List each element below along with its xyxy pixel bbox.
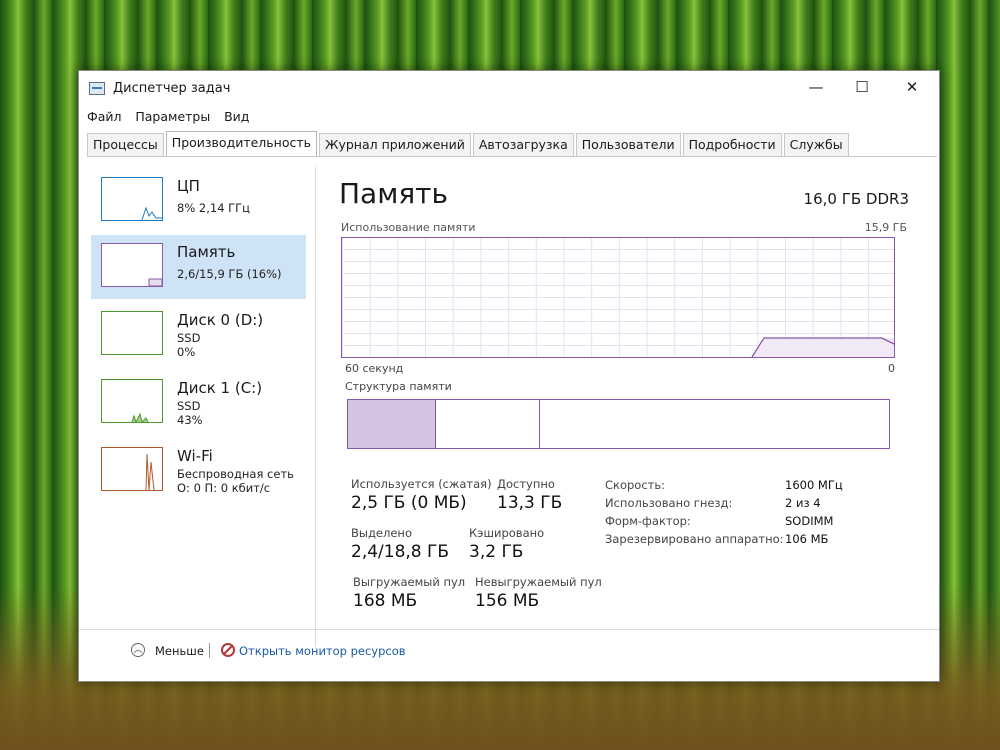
memory-composition-bar [347,399,890,449]
open-resource-monitor-link[interactable]: Открыть монитор ресурсов [239,644,406,658]
window-title: Диспетчер задач [113,81,231,96]
graph-max-value: 15,9 ГБ [864,221,907,234]
wifi-thumbnail [101,447,163,491]
sidebar-item-disk1[interactable]: Диск 1 (C:) SSD 43% [91,371,306,435]
tab-details[interactable]: Подробности [682,133,782,156]
committed-value: 2,4/18,8 ГБ [351,542,450,562]
page-title: Память [339,177,448,210]
cached-label: Кэшировано [469,526,545,540]
paged-pool-label: Выгружаемый пул [353,575,466,589]
sidebar-item-label: Wi-Fi [177,447,213,465]
sidebar-item-type: SSD [177,331,201,345]
tab-app-history[interactable]: Журнал приложений [319,133,471,156]
menu-view[interactable]: Вид [224,109,249,124]
graph-label: Использование памяти [341,221,476,234]
speed-label: Скорость: [605,478,666,492]
tab-users[interactable]: Пользователи [575,133,681,156]
tab-divider [87,156,937,157]
sidebar-item-label: ЦП [177,177,200,195]
nonpaged-pool-value: 156 МБ [475,591,540,611]
minimize-button[interactable]: — [793,75,839,99]
reserved-value: 106 МБ [785,532,829,546]
form-factor-label: Форм-фактор: [605,514,691,528]
memory-structure-label: Структура памяти [345,380,452,393]
in-use-label: Используется (сжатая) [351,477,492,491]
in-use-value: 2,5 ГБ (0 МБ) [351,493,467,513]
tab-services[interactable]: Службы [783,133,849,156]
title-bar[interactable]: Диспетчер задач — ☐ ✕ [79,71,939,103]
footer-divider [79,629,939,630]
slots-label: Использовано гнезд: [605,496,733,510]
cached-value: 3,2 ГБ [469,542,524,562]
footer-separator [209,643,210,658]
graph-axis-left: 60 секунд [345,362,404,375]
performance-sidebar: ЦП 8% 2,14 ГГц Память 2,6/15,9 ГБ (16%) … [91,169,311,639]
menu-options[interactable]: Параметры [135,109,210,124]
sidebar-item-value: 2,6/15,9 ГБ (16%) [177,267,282,281]
tab-startup[interactable]: Автозагрузка [472,133,574,156]
task-manager-icon [89,82,105,95]
sidebar-item-type: Беспроводная сеть [177,467,294,481]
task-manager-window: Диспетчер задач — ☐ ✕ Файл Параметры Вид… [78,70,940,682]
fewer-details-button[interactable]: Меньше [155,644,204,658]
resource-monitor-icon[interactable] [221,643,235,657]
memory-usage-graph [341,237,895,358]
speed-value: 1600 МГц [785,478,843,492]
sidebar-item-memory[interactable]: Память 2,6/15,9 ГБ (16%) [91,235,306,299]
available-value: 13,3 ГБ [497,493,563,513]
disk1-thumbnail [101,379,163,423]
paged-pool-value: 168 МБ [353,591,418,611]
form-factor-value: SODIMM [785,514,834,528]
memory-usage-line [751,337,894,357]
sidebar-item-cpu[interactable]: ЦП 8% 2,14 ГГц [91,169,306,233]
committed-label: Выделено [351,526,412,540]
reserved-label: Зарезервировано аппаратно: [605,532,784,546]
available-label: Доступно [497,477,555,491]
tab-strip: Процессы Производительность Журнал прило… [87,131,851,156]
memory-thumbnail [101,243,163,287]
sidebar-item-value: 0% [177,345,196,359]
close-button[interactable]: ✕ [889,75,935,99]
sidebar-item-label: Диск 0 (D:) [177,311,264,329]
sidebar-item-type: SSD [177,399,201,413]
sidebar-item-wifi[interactable]: Wi-Fi Беспроводная сеть О: 0 П: 0 кбит/с [91,439,306,503]
sidebar-item-value: О: 0 П: 0 кбит/с [177,481,271,495]
tab-processes[interactable]: Процессы [87,133,164,156]
sidebar-item-label: Память [177,243,236,261]
cpu-thumbnail [101,177,163,221]
maximize-button[interactable]: ☐ [839,75,885,99]
chevron-up-icon[interactable]: ︿ [131,643,145,657]
sidebar-item-label: Диск 1 (C:) [177,379,263,397]
standby-segment [436,400,540,448]
nonpaged-pool-label: Невыгружаемый пул [475,575,602,589]
menu-bar: Файл Параметры Вид [87,109,259,127]
graph-axis-right: 0 [888,362,895,375]
tab-performance[interactable]: Производительность [165,131,317,156]
menu-file[interactable]: Файл [87,109,122,124]
disk0-thumbnail [101,311,163,355]
sidebar-item-value: 8% 2,14 ГГц [177,201,251,215]
panel-divider [315,167,316,647]
in-use-segment [348,400,436,448]
memory-spec: 16,0 ГБ DDR3 [803,190,909,208]
slots-value: 2 из 4 [785,496,821,510]
sidebar-item-value: 43% [177,413,203,427]
sidebar-item-disk0[interactable]: Диск 0 (D:) SSD 0% [91,303,306,367]
